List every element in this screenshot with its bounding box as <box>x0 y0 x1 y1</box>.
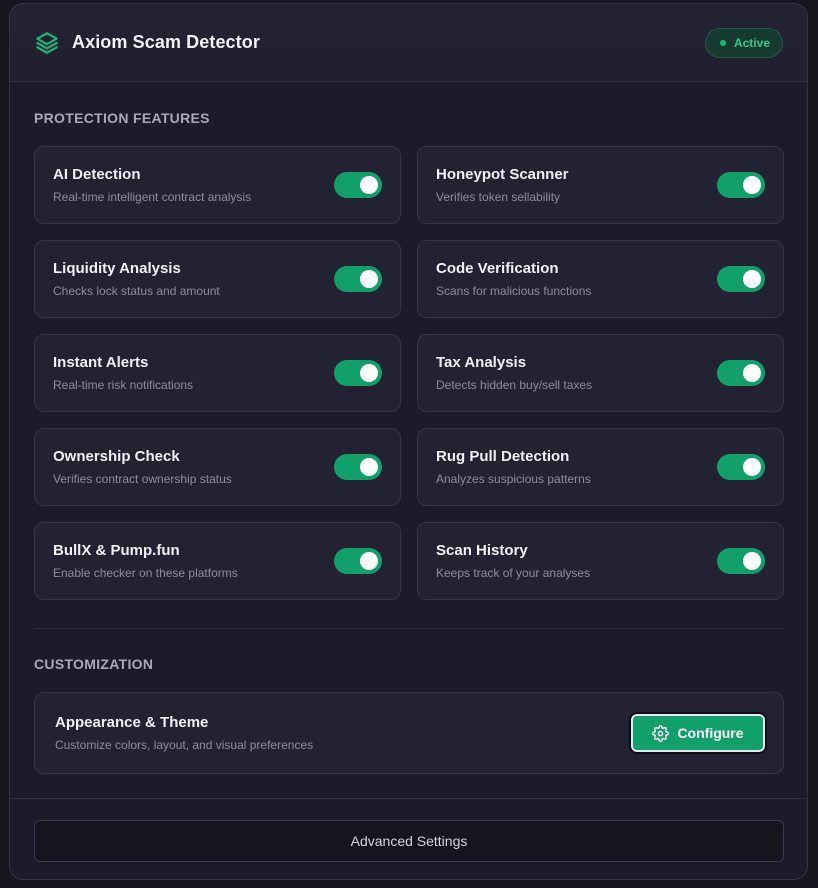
status-badge: Active <box>704 27 783 58</box>
feature-card-rug-pull-detection: Rug Pull Detection Analyzes suspicious p… <box>417 428 784 506</box>
feature-card-bullx-pumpfun: BullX & Pump.fun Enable checker on these… <box>34 522 401 600</box>
customization-section-title: CUSTOMIZATION <box>34 656 154 672</box>
liquidity-analysis-toggle[interactable] <box>334 266 382 292</box>
bullx-pumpfun-toggle[interactable] <box>334 548 382 574</box>
feature-card-honeypot-scanner: Honeypot Scanner Verifies token sellabil… <box>417 146 784 224</box>
toggle-knob <box>360 458 378 476</box>
feature-desc: Verifies contract ownership status <box>53 472 232 486</box>
rug-pull-detection-toggle[interactable] <box>717 454 765 480</box>
feature-card-ai-detection: AI Detection Real-time intelligent contr… <box>34 146 401 224</box>
code-verification-toggle[interactable] <box>717 266 765 292</box>
ai-detection-toggle[interactable] <box>334 172 382 198</box>
toggle-knob <box>743 364 761 382</box>
gear-icon <box>652 724 670 742</box>
toggle-knob <box>360 176 378 194</box>
feature-desc: Real-time risk notifications <box>53 378 194 392</box>
honeypot-scanner-toggle[interactable] <box>717 172 765 198</box>
feature-title: Rug Pull Detection <box>436 448 570 465</box>
feature-title: Code Verification <box>436 260 559 277</box>
section-divider <box>34 628 784 629</box>
toggle-knob <box>743 176 761 194</box>
feature-card-code-verification: Code Verification Scans for malicious fu… <box>417 240 784 318</box>
feature-card-scan-history: Scan History Keeps track of your analyse… <box>417 522 784 600</box>
toggle-knob <box>743 552 761 570</box>
footer: Advanced Settings <box>10 798 807 879</box>
toggle-knob <box>360 364 378 382</box>
feature-card-ownership-check: Ownership Check Verifies contract owners… <box>34 428 401 506</box>
scan-history-toggle[interactable] <box>717 548 765 574</box>
status-dot-icon <box>719 39 726 46</box>
ownership-check-toggle[interactable] <box>334 454 382 480</box>
feature-card-tax-analysis: Tax Analysis Detects hidden buy/sell tax… <box>417 334 784 412</box>
toggle-knob <box>743 270 761 288</box>
app-title: Axiom Scam Detector <box>72 32 260 52</box>
appearance-title: Appearance & Theme <box>55 714 209 731</box>
feature-card-liquidity-analysis: Liquidity Analysis Checks lock status an… <box>34 240 401 318</box>
instant-alerts-toggle[interactable] <box>334 360 382 386</box>
features-grid: AI Detection Real-time intelligent contr… <box>34 146 784 600</box>
feature-desc: Enable checker on these platforms <box>53 566 238 580</box>
header: Axiom Scam Detector Active <box>10 4 807 82</box>
appearance-theme-card: Appearance & Theme Customize colors, lay… <box>34 692 784 774</box>
feature-title: AI Detection <box>53 166 141 183</box>
toggle-knob <box>360 552 378 570</box>
feature-desc: Verifies token sellability <box>436 190 561 204</box>
feature-title: Honeypot Scanner <box>436 166 569 183</box>
extension-panel: Axiom Scam Detector Active PROTECTION FE… <box>9 3 808 880</box>
feature-desc: Checks lock status and amount <box>53 284 220 298</box>
appearance-desc: Customize colors, layout, and visual pre… <box>55 738 314 752</box>
feature-desc: Analyzes suspicious patterns <box>436 472 591 486</box>
advanced-settings-button[interactable]: Advanced Settings <box>34 820 784 862</box>
feature-desc: Detects hidden buy/sell taxes <box>436 378 593 392</box>
toggle-knob <box>360 270 378 288</box>
feature-title: Scan History <box>436 542 528 559</box>
feature-title: BullX & Pump.fun <box>53 542 180 559</box>
feature-title: Instant Alerts <box>53 354 149 371</box>
feature-desc: Scans for malicious functions <box>436 284 592 298</box>
toggle-knob <box>743 458 761 476</box>
feature-card-instant-alerts: Instant Alerts Real-time risk notificati… <box>34 334 401 412</box>
tax-analysis-toggle[interactable] <box>717 360 765 386</box>
protection-section-title: PROTECTION FEATURES <box>34 110 210 126</box>
brand: Axiom Scam Detector <box>34 30 260 56</box>
feature-desc: Keeps track of your analyses <box>436 566 591 580</box>
feature-title: Tax Analysis <box>436 354 527 371</box>
feature-title: Ownership Check <box>53 448 180 465</box>
configure-label: Configure <box>677 725 744 741</box>
feature-desc: Real-time intelligent contract analysis <box>53 190 252 204</box>
feature-title: Liquidity Analysis <box>53 260 181 277</box>
status-text: Active <box>733 35 770 50</box>
configure-button[interactable]: Configure <box>631 714 765 752</box>
layers-icon <box>34 30 60 56</box>
